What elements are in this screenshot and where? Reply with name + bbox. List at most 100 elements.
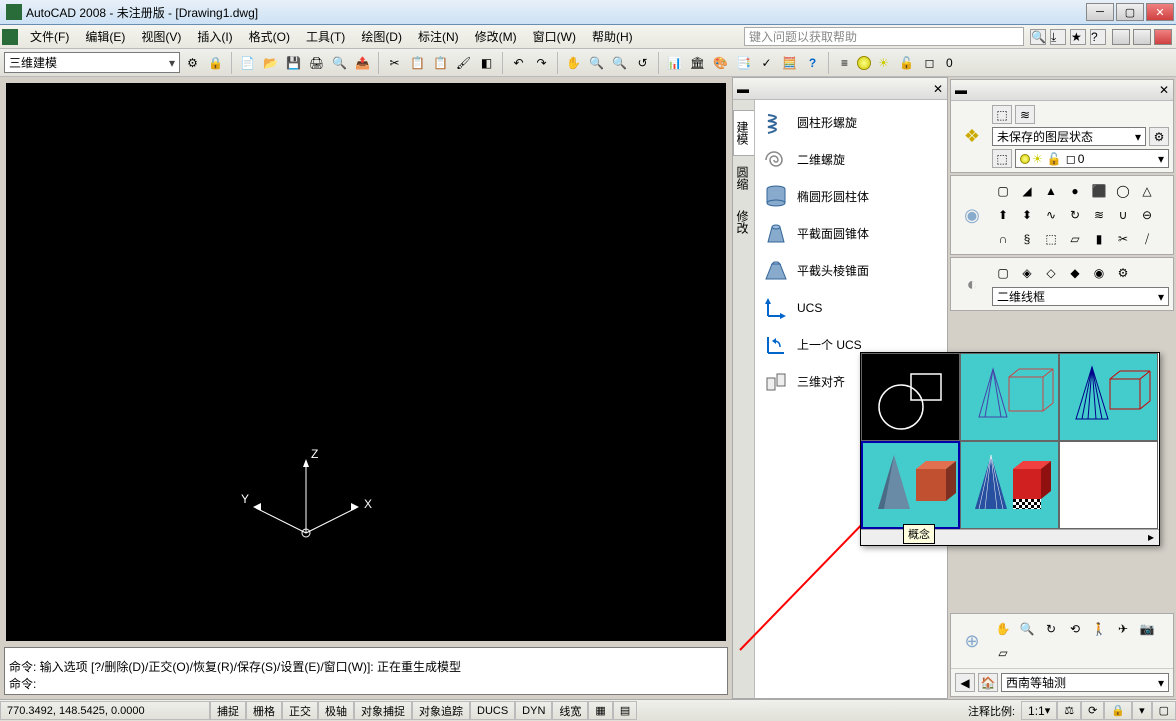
popup-scroll-right[interactable]: ▸ [1143, 530, 1159, 545]
workspace-settings-icon[interactable]: ⚙ [182, 52, 203, 73]
plot-preview-icon[interactable]: 🔍 [329, 52, 350, 73]
vs-thumb-2dwireframe[interactable] [861, 353, 960, 441]
vs-manage-icon[interactable]: ⚙ [1112, 262, 1134, 284]
publish-icon[interactable]: 📤 [352, 52, 373, 73]
ortho-toggle[interactable]: 正交 [282, 701, 318, 720]
3d-zoom-icon[interactable]: 🔍 [1016, 618, 1038, 640]
open-icon[interactable]: 📂 [260, 52, 281, 73]
list-item[interactable]: 圆柱形螺旋 [755, 104, 947, 141]
anno-autoscale-icon[interactable]: ⟳ [1081, 701, 1104, 720]
presspull-icon[interactable]: ⬍ [1016, 204, 1038, 226]
union-icon[interactable]: ∪ [1112, 204, 1134, 226]
redo-icon[interactable]: ↷ [531, 52, 552, 73]
vs-concept-icon[interactable]: ◉ [1088, 262, 1110, 284]
menu-window[interactable]: 窗口(W) [525, 25, 584, 48]
intersect-icon[interactable]: ∩ [992, 228, 1014, 250]
toolbar-lock-icon[interactable]: 🔒 [205, 52, 226, 73]
layer-color-icon[interactable]: ◻ [919, 52, 940, 73]
command-input[interactable] [40, 676, 723, 691]
tool-palettes-icon[interactable]: 🎨 [710, 52, 731, 73]
helix-tool-icon[interactable]: § [1016, 228, 1038, 250]
layer-iso-icon[interactable]: ⬚ [992, 149, 1012, 168]
menu-modify[interactable]: 修改(M) [467, 25, 525, 48]
extrude-icon[interactable]: ⬆ [992, 204, 1014, 226]
help-icon[interactable]: ? [1090, 29, 1106, 45]
vs-hidden-icon[interactable]: ◇ [1040, 262, 1062, 284]
doc-close-button[interactable] [1154, 29, 1172, 45]
planar-surface-icon[interactable]: ▱ [1064, 228, 1086, 250]
favorites-icon[interactable]: ★ [1070, 29, 1086, 45]
view-home-icon[interactable]: 🏠 [978, 673, 998, 692]
match-prop-icon[interactable]: 🖌 [453, 52, 474, 73]
workspace-select[interactable]: 三维建模▾ [4, 52, 180, 73]
layer-lock-icon[interactable]: 🔓 [896, 52, 917, 73]
palette-collapse-icon[interactable]: ▬ [737, 82, 749, 96]
panel-close-icon[interactable]: ✕ [1159, 83, 1169, 97]
3d-pan-icon[interactable]: ✋ [992, 618, 1014, 640]
polysolid-icon[interactable]: ⬚ [1040, 228, 1062, 250]
visual-styles-icon[interactable]: ◐ [955, 267, 989, 301]
polar-toggle[interactable]: 极轴 [318, 701, 354, 720]
design-center-icon[interactable]: 🏛 [687, 52, 708, 73]
doc-minimize-button[interactable] [1112, 29, 1130, 45]
status-tray-icon[interactable]: ▾ [1132, 701, 1152, 720]
undo-icon[interactable]: ↶ [508, 52, 529, 73]
status-lock-icon[interactable]: 🔒 [1104, 701, 1132, 720]
lwt-toggle[interactable]: 线宽 [552, 701, 588, 720]
menu-file[interactable]: 文件(F) [22, 25, 77, 48]
model-space-toggle[interactable]: ▦ [588, 701, 612, 720]
palette-tab-modeling[interactable]: 建模 [733, 110, 754, 156]
layer-freeze-icon[interactable]: ☀ [873, 52, 894, 73]
new-icon[interactable]: 📄 [237, 52, 258, 73]
vs-thumb-3dwireframe[interactable] [960, 353, 1059, 441]
3d-make-icon[interactable]: ◉ [955, 198, 989, 232]
list-item[interactable]: 椭圆形圆柱体 [755, 178, 947, 215]
wedge-icon[interactable]: ◢ [1016, 180, 1038, 202]
close-button[interactable]: ✕ [1146, 3, 1174, 21]
projection-icon[interactable]: ▱ [992, 642, 1014, 664]
doc-restore-button[interactable] [1133, 29, 1151, 45]
coordinates-display[interactable]: 770.3492, 148.5425, 0.0000 [0, 701, 210, 720]
zoom-realtime-icon[interactable]: 🔍 [586, 52, 607, 73]
panel-collapse-icon[interactable]: ▬ [955, 83, 967, 97]
annoscale-value[interactable]: 1:1 ▾ [1021, 701, 1057, 720]
quickcalc-icon[interactable]: 🧮 [779, 52, 800, 73]
slice-icon[interactable]: ✂ [1112, 228, 1134, 250]
layer-states-icon[interactable]: ≋ [1015, 105, 1035, 124]
palette-tab-modify[interactable]: 修改 [733, 200, 754, 244]
vs-thumb-3dhidden[interactable] [1059, 353, 1158, 441]
properties-icon[interactable]: 📊 [664, 52, 685, 73]
compass-icon[interactable]: ⊕ [955, 624, 989, 658]
sheet-set-icon[interactable]: 📑 [733, 52, 754, 73]
minimize-button[interactable]: ─ [1086, 3, 1114, 21]
revolve-icon[interactable]: ↻ [1064, 204, 1086, 226]
menu-tools[interactable]: 工具(T) [298, 25, 353, 48]
app-menu-icon[interactable] [2, 29, 18, 45]
palette-header[interactable]: ▬ ✕ [733, 78, 947, 100]
vs-thumb-realistic[interactable] [960, 441, 1059, 529]
snap-toggle[interactable]: 捕捉 [210, 701, 246, 720]
help-button-icon[interactable]: ? [802, 52, 823, 73]
zoom-previous-icon[interactable]: ↺ [632, 52, 653, 73]
box-icon[interactable]: ▢ [992, 180, 1014, 202]
palette-close-icon[interactable]: ✕ [933, 82, 943, 96]
print-icon[interactable]: 🖨 [306, 52, 327, 73]
swivel-icon[interactable]: ⟲ [1064, 618, 1086, 640]
cone-icon[interactable]: ▲ [1040, 180, 1062, 202]
pan-icon[interactable]: ✋ [563, 52, 584, 73]
vs-2dwire-icon[interactable]: ▢ [992, 262, 1014, 284]
sweep-icon[interactable]: ∿ [1040, 204, 1062, 226]
command-area[interactable]: 命令: 输入选项 [?/删除(D)/正交(O)/恢复(R)/保存(S)/设置(E… [4, 647, 728, 695]
walk-icon[interactable]: 🚶 [1088, 618, 1110, 640]
sphere-icon[interactable]: ● [1064, 180, 1086, 202]
vs-realistic-icon[interactable]: ◆ [1064, 262, 1086, 284]
vs-thumb-empty[interactable] [1059, 441, 1158, 529]
pyramid-icon[interactable]: △ [1136, 180, 1158, 202]
menu-format[interactable]: 格式(O) [241, 25, 298, 48]
list-item[interactable]: 二维螺旋 [755, 141, 947, 178]
layer-state-manage-icon[interactable]: ⚙ [1149, 127, 1169, 146]
vs-thumb-conceptual[interactable]: 概念 [861, 441, 960, 529]
cut-icon[interactable]: ✂ [384, 52, 405, 73]
layer-filter-icon[interactable]: ≡ [834, 52, 855, 73]
paste-icon[interactable]: 📋 [430, 52, 451, 73]
